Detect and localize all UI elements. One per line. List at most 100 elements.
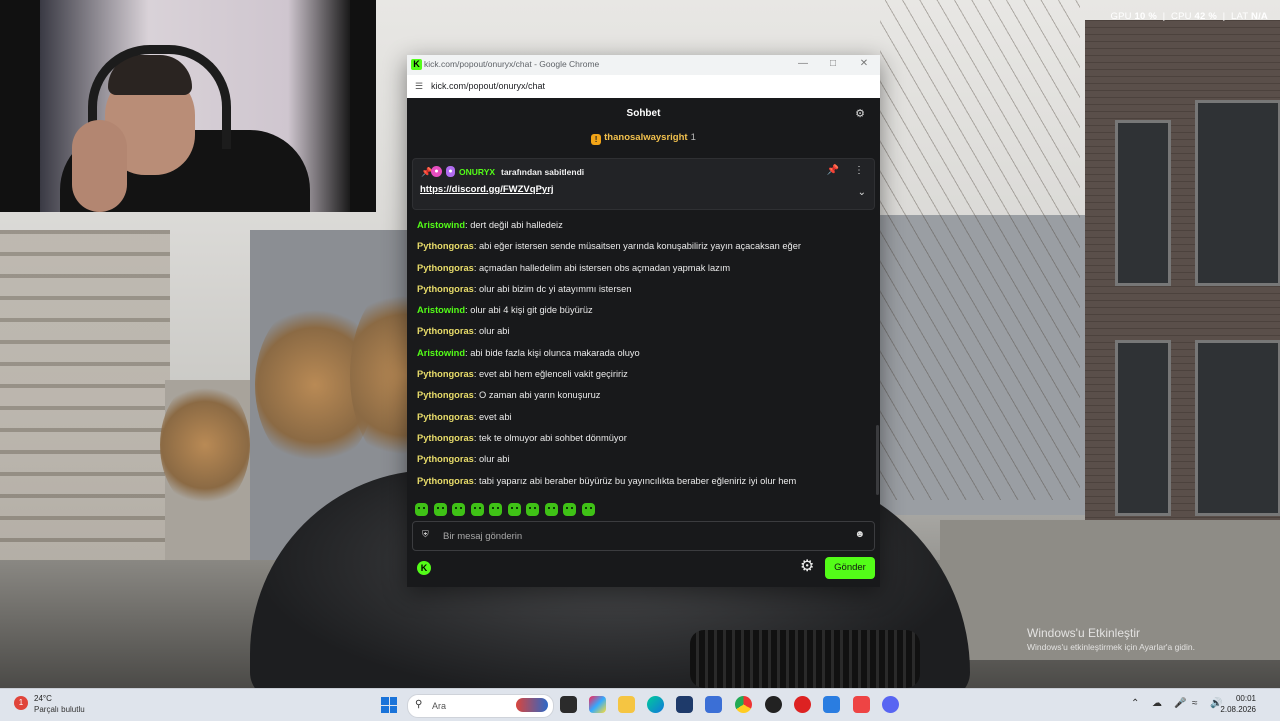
chrome-icon[interactable] [735, 696, 752, 713]
pinned-link[interactable]: https://discord.gg/FWZVqPyrj [420, 184, 554, 195]
wifi-icon[interactable]: ≈ [1192, 698, 1198, 709]
edge-icon[interactable] [647, 696, 664, 713]
system-clock[interactable]: 00:01 2.08.2026 [1220, 693, 1256, 715]
chat-message-text: evet abi [479, 411, 512, 422]
chat-message: Pythongoras: olur abi [417, 449, 872, 470]
building-window [1195, 100, 1280, 286]
emote-icon[interactable] [415, 503, 428, 517]
chat-message: Pythongoras: O zaman abi yarın konuşuruz [417, 385, 872, 406]
chat-username[interactable]: Pythongoras [417, 476, 474, 486]
chat-username[interactable]: Pythongoras [417, 390, 474, 400]
shield-icon[interactable]: ⛨ [422, 529, 429, 540]
emote-icon[interactable] [581, 503, 595, 517]
minimize-icon[interactable]: — [796, 57, 810, 71]
clock-date: 2.08.2026 [1220, 705, 1256, 714]
top-gifter-bar[interactable]: ! thanosalwaysright 1 [407, 132, 880, 152]
lat-value: N/A [1251, 11, 1268, 22]
chat-username[interactable]: Aristowind [417, 348, 465, 358]
building-window [1195, 340, 1280, 516]
unpin-icon[interactable]: 📌 [827, 165, 839, 176]
chat-message-text: olur abi 4 kişi git gide büyürüz [470, 305, 593, 316]
chat-input-placeholder[interactable]: Bir mesaj gönderin [443, 531, 522, 542]
chat-username[interactable]: Pythongoras [417, 454, 474, 464]
emote-icon[interactable] [452, 503, 465, 517]
quick-emotes-bar [415, 501, 600, 517]
file-explorer-icon[interactable] [618, 696, 635, 713]
webcam-feed [0, 0, 376, 212]
network-icon[interactable]: ☁ [1152, 698, 1162, 709]
emote-icon[interactable] [544, 503, 558, 517]
search-placeholder[interactable]: Ara [432, 701, 446, 711]
close-icon[interactable]: ✕ [857, 57, 871, 71]
lat-label: LAT [1231, 11, 1249, 22]
emote-icon[interactable] [470, 503, 484, 517]
chat-messages-list: Aristowind: dert değil abi halledeiz Pyth… [417, 215, 872, 495]
discord-icon[interactable] [882, 696, 899, 713]
window-titlebar[interactable]: K kick.com/popout/onuryx/chat - Google C… [407, 55, 880, 75]
maximize-icon[interactable]: □ [826, 57, 840, 71]
windows-taskbar: 1 24°C Parçalı bulutlu ⚲ Ara ⌃ ☁ 🎤 ≈ 🔊 0… [0, 688, 1280, 721]
microphone-icon[interactable]: 🎤 [1174, 698, 1186, 709]
obs-icon[interactable] [765, 696, 782, 713]
chat-message-text: evet abi hem eğlenceli vakit geçiririz [479, 369, 628, 380]
kick-logo-icon[interactable]: K [417, 561, 431, 575]
chat-title: Sohbet [626, 108, 661, 119]
chat-message-text: tabi yaparız abi beraber büyürüz bu yayı… [479, 475, 797, 486]
emoji-picker-icon[interactable]: ☻ [854, 529, 865, 540]
user-settings-icon[interactable]: ⚙ [853, 107, 867, 121]
settings-gear-icon[interactable]: ⚙ [800, 558, 814, 576]
chat-username[interactable]: Pythongoras [417, 284, 474, 294]
wallpaper-car-grille [690, 630, 920, 688]
gift-badge-icon: ! [591, 134, 602, 145]
outlook-icon[interactable] [705, 696, 722, 713]
chat-username[interactable]: Pythongoras [417, 412, 474, 422]
chat-username[interactable]: Pythongoras [417, 326, 474, 336]
chevron-down-icon[interactable]: ⌄ [858, 187, 866, 198]
task-view-icon[interactable] [560, 696, 577, 713]
performance-overlay: GPU 10 % | CPU 42 % | LAT N/A [1110, 11, 1268, 22]
cpu-value: 42 % [1194, 11, 1217, 22]
chat-header: Sohbet ⚙ [407, 98, 880, 130]
gifter-count: 1 [690, 132, 696, 143]
chat-message-text: dert değil abi halledeiz [470, 220, 563, 230]
chat-message: Aristowind: dert değil abi halledeiz [417, 215, 872, 236]
store-icon[interactable] [676, 696, 693, 713]
chat-scrollbar[interactable] [876, 425, 879, 495]
photos-icon[interactable] [823, 696, 840, 713]
chat-username[interactable]: Aristowind [417, 305, 465, 315]
chevron-up-icon[interactable]: ⌃ [1131, 698, 1139, 709]
chat-username[interactable]: Pythongoras [417, 263, 474, 273]
emote-icon[interactable] [507, 503, 521, 517]
activation-subtitle: Windows'u etkinleştirmek için Ayarlar'a … [1027, 642, 1195, 652]
chat-username[interactable]: Aristowind [417, 220, 465, 230]
emote-icon[interactable] [563, 503, 576, 517]
send-button[interactable]: Gönder [825, 557, 875, 579]
chat-message: Pythongoras: tek te olmuyor abi sohbet d… [417, 428, 872, 449]
paint-icon[interactable] [853, 696, 870, 713]
emote-icon[interactable] [489, 503, 502, 517]
pinned-author[interactable]: ONURYX [459, 167, 495, 177]
chat-username[interactable]: Pythongoras [417, 433, 474, 443]
weather-desc: Parçalı bulutlu [34, 705, 85, 714]
more-options-icon[interactable]: ⋮ [854, 165, 864, 176]
emote-icon[interactable] [433, 503, 447, 517]
taskbar-search[interactable]: ⚲ Ara [407, 694, 554, 718]
address-bar[interactable]: ☰ kick.com/popout/onuryx/chat [407, 75, 880, 99]
address-url[interactable]: kick.com/popout/onuryx/chat [431, 81, 545, 91]
chat-input[interactable]: ⛨ Bir mesaj gönderin ☻ [412, 521, 875, 551]
chat-message-text: olur abi bizim dc yi atayımmı istersen [479, 283, 632, 294]
pinned-by-text: tarafından sabitlendi [501, 167, 585, 177]
copilot-icon[interactable] [589, 696, 606, 713]
chat-message: Pythongoras: olur abi [417, 321, 872, 342]
streamer-hand [72, 120, 127, 212]
chat-username[interactable]: Pythongoras [417, 369, 474, 379]
start-button-icon[interactable] [381, 697, 397, 713]
site-info-icon[interactable]: ☰ [415, 80, 425, 92]
gifter-name[interactable]: thanosalwaysright [604, 132, 687, 143]
pinned-message: 📌 ● ● ONURYX tarafından sabitlendi https… [412, 158, 875, 210]
emote-icon[interactable] [526, 503, 539, 517]
record-app-icon[interactable] [794, 696, 811, 713]
chat-message-text: abi eğer istersen sende müsaitsen yarınd… [479, 241, 801, 252]
gpu-label: GPU [1110, 11, 1132, 22]
chat-username[interactable]: Pythongoras [417, 241, 474, 251]
